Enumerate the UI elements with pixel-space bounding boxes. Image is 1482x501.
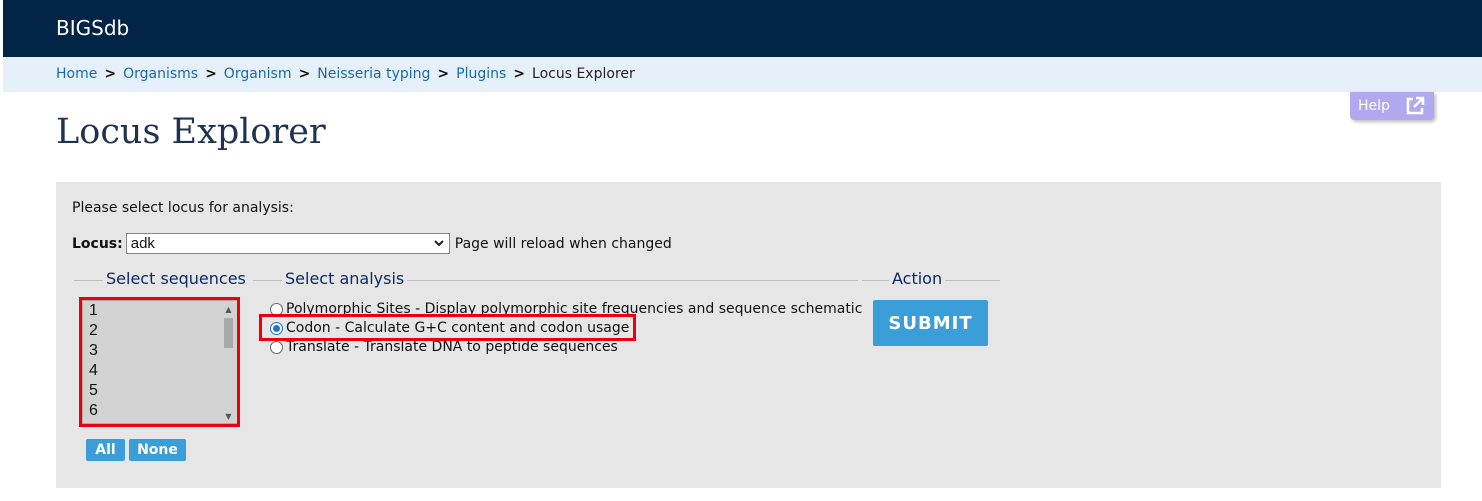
analysis-option-label: Translate - Translate DNA to peptide seq…: [286, 339, 618, 355]
analysis-option-translate[interactable]: Translate - Translate DNA to peptide seq…: [270, 339, 618, 355]
select-none-button[interactable]: None: [129, 439, 186, 461]
submit-button[interactable]: SUBMIT: [873, 300, 988, 346]
breadcrumb-bar: Home > Organisms > Organism > Neisseria typing…: [3, 57, 1482, 92]
sequence-listbox[interactable]: 1 2 3 4 5 6 ▲ ▼: [82, 300, 238, 424]
list-item[interactable]: 6: [83, 401, 237, 421]
locus-row: Locus: adk Page will reload when changed: [72, 233, 672, 254]
radio-button-selected[interactable]: [270, 321, 283, 335]
locus-select[interactable]: adk: [125, 233, 450, 254]
scroll-down-icon[interactable]: ▼: [223, 411, 234, 422]
help-button[interactable]: Help: [1350, 92, 1434, 120]
brand-logo-text[interactable]: BIGSdb: [56, 16, 129, 40]
action-legend: Action: [889, 269, 946, 288]
breadcrumb-neisseria-typing[interactable]: Neisseria typing: [317, 66, 430, 82]
chevron-down-icon: [433, 235, 445, 252]
locus-form-panel: Please select locus for analysis: Locus:…: [56, 182, 1441, 488]
breadcrumb-separator: >: [437, 66, 450, 82]
sequences-legend: Select sequences: [103, 269, 249, 288]
analysis-option-polymorphic[interactable]: Polymorphic Sites - Display polymorphic …: [270, 301, 862, 317]
breadcrumb-plugins[interactable]: Plugins: [456, 66, 506, 82]
breadcrumb-separator: >: [104, 66, 117, 82]
locus-label: Locus:: [72, 235, 123, 252]
list-item[interactable]: 3: [83, 341, 237, 361]
list-item[interactable]: 2: [83, 321, 237, 341]
breadcrumb-separator: >: [513, 66, 526, 82]
analysis-legend: Select analysis: [282, 269, 408, 288]
external-link-icon: [1404, 95, 1426, 117]
radio-button[interactable]: [270, 340, 283, 354]
analysis-option-codon[interactable]: Codon - Calculate G+C content and codon …: [270, 320, 629, 336]
list-item[interactable]: 4: [83, 361, 237, 381]
top-navbar: BIGSdb: [3, 0, 1482, 57]
analysis-option-label: Polymorphic Sites - Display polymorphic …: [286, 301, 863, 317]
analysis-option-label: Codon - Calculate G+C content and codon …: [286, 320, 630, 336]
locus-prompt: Please select locus for analysis:: [72, 200, 294, 216]
breadcrumb-current: Locus Explorer: [532, 66, 635, 82]
breadcrumb-separator: >: [298, 66, 311, 82]
breadcrumb-organisms[interactable]: Organisms: [123, 66, 198, 82]
scrollbar-thumb[interactable]: [224, 318, 233, 348]
help-button-label: Help: [1358, 98, 1390, 114]
list-item[interactable]: 1: [83, 301, 237, 321]
locus-note: Page will reload when changed: [454, 235, 672, 252]
breadcrumb-organism[interactable]: Organism: [224, 66, 292, 82]
breadcrumb-home[interactable]: Home: [56, 66, 97, 82]
select-all-button[interactable]: All: [86, 439, 125, 461]
listbox-scrollbar[interactable]: ▲ ▼: [223, 304, 234, 422]
radio-button[interactable]: [270, 302, 283, 316]
page-title: Locus Explorer: [56, 112, 326, 152]
locus-select-value: adk: [130, 235, 155, 252]
scroll-up-icon[interactable]: ▲: [223, 304, 234, 315]
breadcrumb: Home > Organisms > Organism > Neisseria typing…: [56, 66, 635, 82]
breadcrumb-separator: >: [205, 66, 217, 82]
list-item[interactable]: 5: [83, 381, 237, 401]
